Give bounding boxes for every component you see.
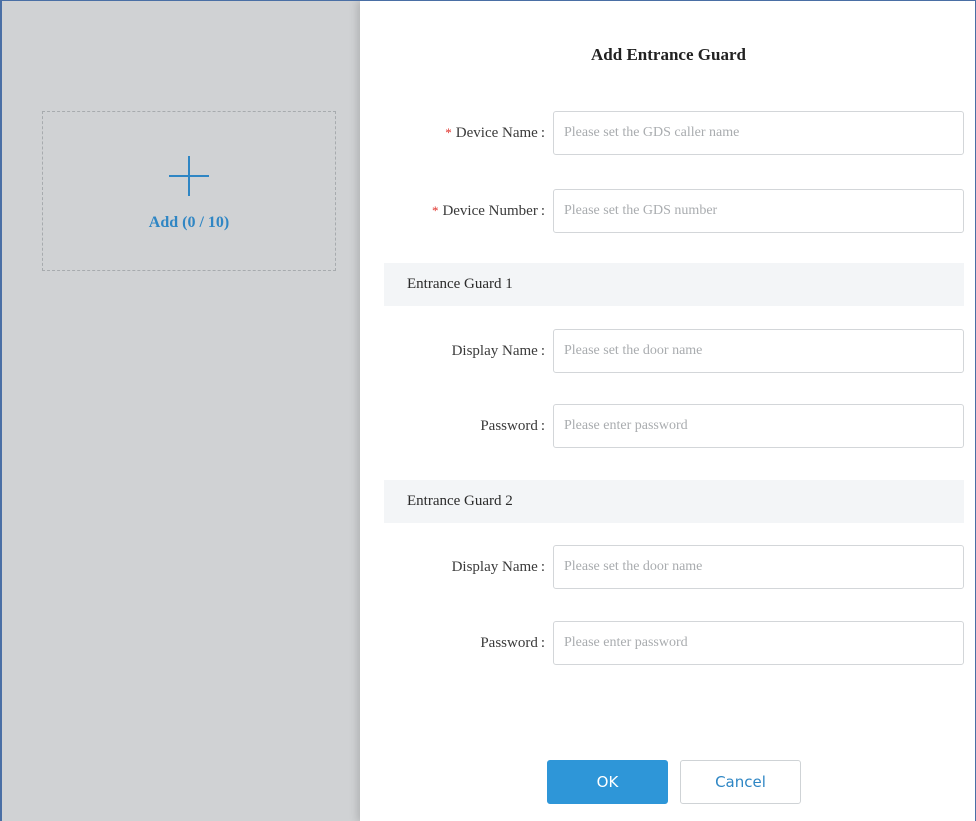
label-colon: : <box>540 635 545 651</box>
label-colon: : <box>540 559 545 575</box>
guard2-display-name-input[interactable] <box>553 545 964 589</box>
guard1-password-input[interactable] <box>553 404 964 448</box>
guard1-password-label-text: Password <box>480 418 538 434</box>
add-entrance-guard-dialog: Add Entrance Guard *Device Name: *Device… <box>360 1 975 821</box>
device-number-label: * Device Number: <box>432 189 545 233</box>
label-colon: : <box>540 125 545 141</box>
cancel-button[interactable]: Cancel <box>680 760 801 804</box>
device-number-row: * Device Number: <box>360 189 975 233</box>
label-colon: : <box>540 418 545 434</box>
plus-icon <box>169 156 209 196</box>
device-name-row: * Device Name: <box>360 111 975 155</box>
guard1-display-name-label: Display Name: <box>452 329 545 373</box>
guard2-password-row: Password: <box>360 621 975 665</box>
guard1-password-row: Password: <box>360 404 975 448</box>
device-number-label-text: Device Number <box>442 203 538 219</box>
guard1-password-label: Password: <box>480 404 545 448</box>
label-colon: : <box>540 343 545 359</box>
device-name-label-text: Device Name <box>455 125 538 141</box>
entrance-guard-1-header: Entrance Guard 1 <box>384 263 964 306</box>
device-name-input[interactable] <box>553 111 964 155</box>
label-colon: : <box>540 203 545 219</box>
required-mark: * <box>445 125 452 140</box>
backdrop-panel: Add (0 / 10) <box>2 1 360 821</box>
ok-button[interactable]: OK <box>547 760 668 804</box>
guard2-password-input[interactable] <box>553 621 964 665</box>
entrance-guard-2-header: Entrance Guard 2 <box>384 480 964 523</box>
guard2-password-label: Password: <box>480 621 545 665</box>
guard2-display-name-label-text: Display Name <box>451 559 538 575</box>
device-name-label: * Device Name: <box>445 111 545 155</box>
dialog-title: Add Entrance Guard <box>591 45 746 64</box>
guard2-display-name-label: Display Name: <box>452 545 545 589</box>
guard1-display-name-label-text: Display Name <box>451 343 538 359</box>
guard2-display-name-row: Display Name: <box>360 545 975 589</box>
guard1-display-name-input[interactable] <box>553 329 964 373</box>
guard2-password-label-text: Password <box>480 635 538 651</box>
device-number-input[interactable] <box>553 189 964 233</box>
guard1-display-name-row: Display Name: <box>360 329 975 373</box>
add-entrance-guard-card[interactable]: Add (0 / 10) <box>42 111 336 271</box>
add-count-label: Add (0 / 10) <box>148 214 230 231</box>
required-mark: * <box>431 203 439 218</box>
app-frame: Add (0 / 10) Add Entrance Guard * Device … <box>0 0 976 821</box>
